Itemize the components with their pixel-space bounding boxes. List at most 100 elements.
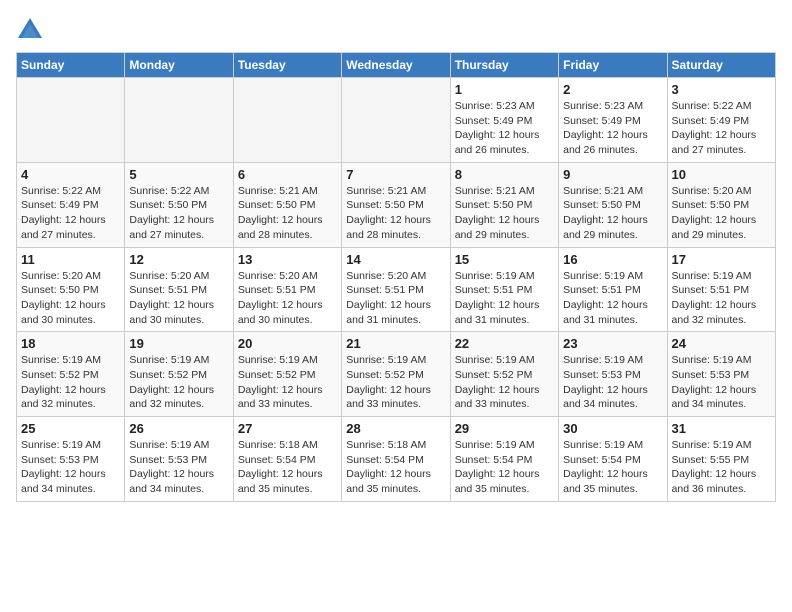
day-number: 13	[238, 252, 337, 267]
day-number: 8	[455, 167, 554, 182]
calendar-cell: 11Sunrise: 5:20 AMSunset: 5:50 PMDayligh…	[17, 247, 125, 332]
day-info: Sunrise: 5:23 AMSunset: 5:49 PMDaylight:…	[455, 99, 554, 158]
day-number: 12	[129, 252, 228, 267]
calendar-cell	[233, 78, 341, 163]
day-info: Sunrise: 5:22 AMSunset: 5:50 PMDaylight:…	[129, 184, 228, 243]
column-header-sunday: Sunday	[17, 53, 125, 78]
calendar-cell: 21 Sunrise: 5:19 AMSunset: 5:52 PMDayligh…	[342, 332, 450, 417]
day-info: Sunrise: 5:19 AMSunset: 5:53 PMDaylight:…	[563, 353, 662, 412]
column-header-wednesday: Wednesday	[342, 53, 450, 78]
day-info: Sunrise: 5:23 AMSunset: 5:49 PMDaylight:…	[563, 99, 662, 158]
calendar-cell: 19 Sunrise: 5:19 AMSunset: 5:52 PMDayligh…	[125, 332, 233, 417]
day-info: Sunrise: 5:20 AMSunset: 5:51 PMDaylight:…	[129, 269, 228, 328]
calendar-cell: 22Sunrise: 5:19 AMSunset: 5:52 PMDayligh…	[450, 332, 558, 417]
day-info: Sunrise: 5:19 AMSunset: 5:51 PMDaylight:…	[672, 269, 771, 328]
calendar-cell: 14 Sunrise: 5:20 AMSunset: 5:51 PMDayligh…	[342, 247, 450, 332]
calendar-cell: 23 Sunrise: 5:19 AMSunset: 5:53 PMDayligh…	[559, 332, 667, 417]
day-number: 6	[238, 167, 337, 182]
column-header-friday: Friday	[559, 53, 667, 78]
calendar-cell: 29 Sunrise: 5:19 AMSunset: 5:54 PMDayligh…	[450, 417, 558, 502]
day-info: Sunrise: 5:22 AMSunset: 5:49 PMDaylight:…	[672, 99, 771, 158]
day-info: Sunrise: 5:19 AMSunset: 5:52 PMDaylight:…	[238, 353, 337, 412]
day-info: Sunrise: 5:19 AMSunset: 5:53 PMDaylight:…	[129, 438, 228, 497]
calendar-week-row: 11Sunrise: 5:20 AMSunset: 5:50 PMDayligh…	[17, 247, 776, 332]
calendar-week-row: 1 Sunrise: 5:23 AMSunset: 5:49 PMDaylight…	[17, 78, 776, 163]
day-number: 9	[563, 167, 662, 182]
day-info: Sunrise: 5:21 AMSunset: 5:50 PMDaylight:…	[346, 184, 445, 243]
calendar-cell: 10 Sunrise: 5:20 AMSunset: 5:50 PMDayligh…	[667, 162, 775, 247]
calendar-cell: 30 Sunrise: 5:19 AMSunset: 5:54 PMDayligh…	[559, 417, 667, 502]
calendar-header-row: SundayMondayTuesdayWednesdayThursdayFrid…	[17, 53, 776, 78]
day-number: 11	[21, 252, 120, 267]
day-number: 4	[21, 167, 120, 182]
calendar-cell: 24Sunrise: 5:19 AMSunset: 5:53 PMDayligh…	[667, 332, 775, 417]
calendar-cell: 2 Sunrise: 5:23 AMSunset: 5:49 PMDaylight…	[559, 78, 667, 163]
calendar-cell: 13 Sunrise: 5:20 AMSunset: 5:51 PMDayligh…	[233, 247, 341, 332]
day-info: Sunrise: 5:19 AMSunset: 5:52 PMDaylight:…	[129, 353, 228, 412]
day-number: 19	[129, 336, 228, 351]
day-number: 3	[672, 82, 771, 97]
calendar-cell: 5 Sunrise: 5:22 AMSunset: 5:50 PMDaylight…	[125, 162, 233, 247]
day-number: 16	[563, 252, 662, 267]
day-info: Sunrise: 5:21 AMSunset: 5:50 PMDaylight:…	[455, 184, 554, 243]
day-number: 1	[455, 82, 554, 97]
day-number: 21	[346, 336, 445, 351]
day-number: 2	[563, 82, 662, 97]
day-number: 5	[129, 167, 228, 182]
day-number: 29	[455, 421, 554, 436]
calendar-week-row: 25Sunrise: 5:19 AMSunset: 5:53 PMDayligh…	[17, 417, 776, 502]
day-info: Sunrise: 5:19 AMSunset: 5:51 PMDaylight:…	[455, 269, 554, 328]
day-number: 23	[563, 336, 662, 351]
calendar-cell: 20 Sunrise: 5:19 AMSunset: 5:52 PMDayligh…	[233, 332, 341, 417]
day-number: 27	[238, 421, 337, 436]
calendar-cell: 25Sunrise: 5:19 AMSunset: 5:53 PMDayligh…	[17, 417, 125, 502]
calendar-cell: 26 Sunrise: 5:19 AMSunset: 5:53 PMDayligh…	[125, 417, 233, 502]
day-number: 30	[563, 421, 662, 436]
logo	[16, 16, 48, 44]
calendar-cell: 4 Sunrise: 5:22 AMSunset: 5:49 PMDaylight…	[17, 162, 125, 247]
day-info: Sunrise: 5:19 AMSunset: 5:52 PMDaylight:…	[21, 353, 120, 412]
calendar-cell: 15Sunrise: 5:19 AMSunset: 5:51 PMDayligh…	[450, 247, 558, 332]
calendar-cell: 28 Sunrise: 5:18 AMSunset: 5:54 PMDayligh…	[342, 417, 450, 502]
day-info: Sunrise: 5:19 AMSunset: 5:54 PMDaylight:…	[455, 438, 554, 497]
column-header-tuesday: Tuesday	[233, 53, 341, 78]
day-info: Sunrise: 5:20 AMSunset: 5:50 PMDaylight:…	[672, 184, 771, 243]
calendar-table: SundayMondayTuesdayWednesdayThursdayFrid…	[16, 52, 776, 502]
calendar-cell: 31Sunrise: 5:19 AMSunset: 5:55 PMDayligh…	[667, 417, 775, 502]
day-number: 28	[346, 421, 445, 436]
day-info: Sunrise: 5:18 AMSunset: 5:54 PMDaylight:…	[238, 438, 337, 497]
day-info: Sunrise: 5:22 AMSunset: 5:49 PMDaylight:…	[21, 184, 120, 243]
day-info: Sunrise: 5:19 AMSunset: 5:51 PMDaylight:…	[563, 269, 662, 328]
day-number: 31	[672, 421, 771, 436]
day-number: 14	[346, 252, 445, 267]
day-number: 17	[672, 252, 771, 267]
day-info: Sunrise: 5:21 AMSunset: 5:50 PMDaylight:…	[563, 184, 662, 243]
calendar-cell: 3 Sunrise: 5:22 AMSunset: 5:49 PMDaylight…	[667, 78, 775, 163]
calendar-cell: 27 Sunrise: 5:18 AMSunset: 5:54 PMDayligh…	[233, 417, 341, 502]
column-header-monday: Monday	[125, 53, 233, 78]
day-info: Sunrise: 5:19 AMSunset: 5:53 PMDaylight:…	[21, 438, 120, 497]
calendar-week-row: 4 Sunrise: 5:22 AMSunset: 5:49 PMDaylight…	[17, 162, 776, 247]
day-number: 26	[129, 421, 228, 436]
day-info: Sunrise: 5:18 AMSunset: 5:54 PMDaylight:…	[346, 438, 445, 497]
day-number: 20	[238, 336, 337, 351]
calendar-cell	[125, 78, 233, 163]
day-info: Sunrise: 5:20 AMSunset: 5:51 PMDaylight:…	[346, 269, 445, 328]
page-header	[16, 16, 776, 44]
day-info: Sunrise: 5:21 AMSunset: 5:50 PMDaylight:…	[238, 184, 337, 243]
day-info: Sunrise: 5:20 AMSunset: 5:51 PMDaylight:…	[238, 269, 337, 328]
day-info: Sunrise: 5:19 AMSunset: 5:54 PMDaylight:…	[563, 438, 662, 497]
day-number: 18	[21, 336, 120, 351]
calendar-cell: 17 Sunrise: 5:19 AMSunset: 5:51 PMDayligh…	[667, 247, 775, 332]
calendar-cell: 1 Sunrise: 5:23 AMSunset: 5:49 PMDaylight…	[450, 78, 558, 163]
day-info: Sunrise: 5:19 AMSunset: 5:52 PMDaylight:…	[346, 353, 445, 412]
calendar-cell: 8 Sunrise: 5:21 AMSunset: 5:50 PMDaylight…	[450, 162, 558, 247]
calendar-cell: 7 Sunrise: 5:21 AMSunset: 5:50 PMDaylight…	[342, 162, 450, 247]
calendar-cell	[17, 78, 125, 163]
day-number: 7	[346, 167, 445, 182]
calendar-cell: 18 Sunrise: 5:19 AMSunset: 5:52 PMDayligh…	[17, 332, 125, 417]
logo-icon	[16, 16, 44, 44]
day-number: 10	[672, 167, 771, 182]
calendar-cell: 16 Sunrise: 5:19 AMSunset: 5:51 PMDayligh…	[559, 247, 667, 332]
day-info: Sunrise: 5:19 AMSunset: 5:53 PMDaylight:…	[672, 353, 771, 412]
